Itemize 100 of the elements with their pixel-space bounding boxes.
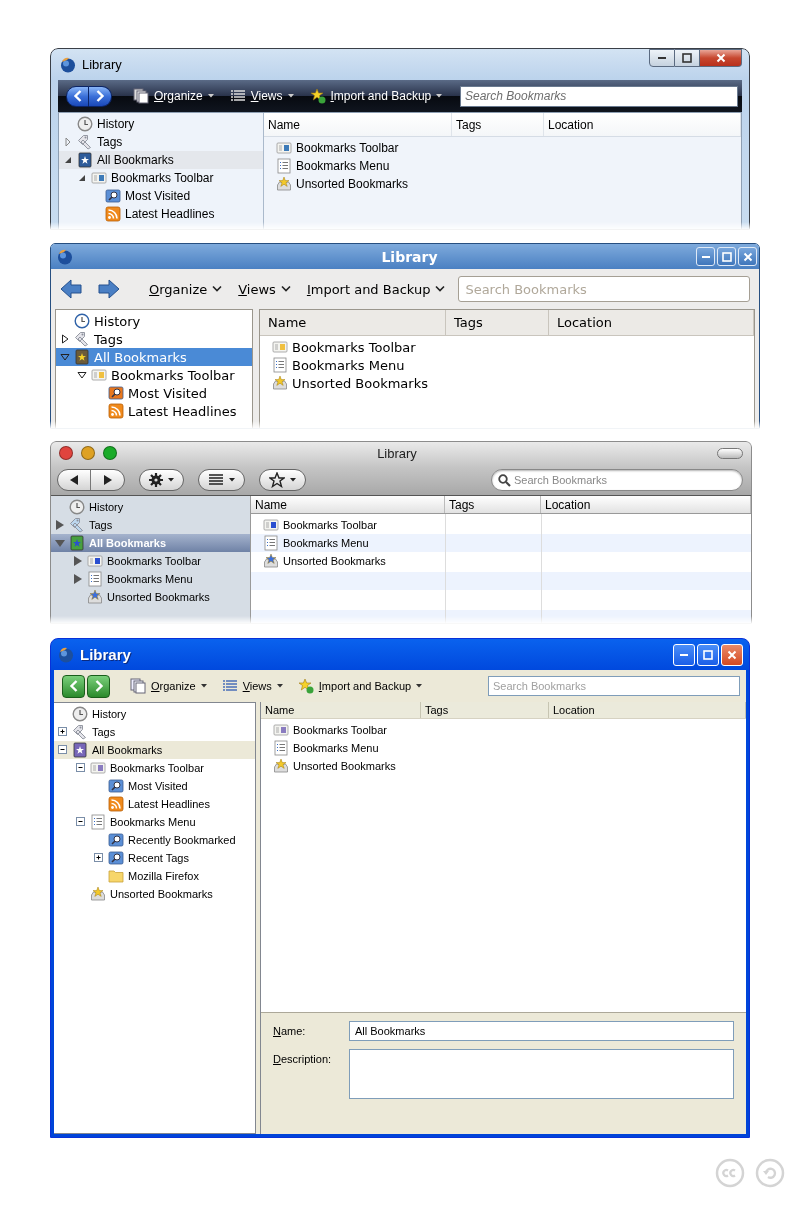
tree-item[interactable]: Most Visited <box>56 384 252 402</box>
search-field[interactable]: Search Bookmarks <box>491 468 743 491</box>
folder-icon <box>108 868 124 884</box>
tree-item[interactable]: Tags <box>56 330 252 348</box>
views-menu-button[interactable]: Views <box>235 279 294 299</box>
tree-item[interactable]: Recent Tags <box>54 849 255 867</box>
minus-box-icon[interactable] <box>58 745 68 755</box>
organize-menu-button[interactable] <box>139 468 184 491</box>
minimize-button[interactable] <box>649 49 675 67</box>
bookmark-title[interactable]: Bookmarks Menu <box>293 742 379 754</box>
tree-item[interactable]: Latest Headlines <box>59 205 263 223</box>
bookmark-title[interactable]: Bookmarks Toolbar <box>296 141 399 155</box>
tree-item[interactable]: Recently Bookmarked <box>54 831 255 849</box>
bookmark-title[interactable]: Unsorted Bookmarks <box>296 177 409 191</box>
column-header[interactable]: Location <box>541 496 751 513</box>
tree-item[interactable]: Tags <box>59 133 263 151</box>
close-button[interactable] <box>700 49 742 67</box>
corner-triangle-icon[interactable] <box>77 173 87 183</box>
tree-item[interactable]: Latest Headlines <box>54 795 255 813</box>
forward-button[interactable] <box>87 674 110 698</box>
down-triangle-icon[interactable] <box>77 370 87 380</box>
toolbar-icon <box>90 760 106 776</box>
search-field[interactable]: Search Bookmarks <box>458 276 750 302</box>
description-field[interactable] <box>349 1049 734 1099</box>
back-button[interactable] <box>62 674 85 698</box>
tree-item[interactable]: Bookmarks Toolbar <box>56 366 252 384</box>
tree-item[interactable]: Tags <box>51 516 250 534</box>
tree-item[interactable]: Bookmarks Menu <box>54 813 255 831</box>
column-header[interactable]: Name <box>260 310 446 335</box>
bookmark-title[interactable]: Bookmarks Menu <box>296 159 390 173</box>
column-header[interactable]: Tags <box>445 496 541 513</box>
tree-item[interactable]: History <box>51 498 250 516</box>
tree-item[interactable]: All Bookmarks <box>54 741 255 759</box>
minus-box-icon[interactable] <box>76 817 86 827</box>
tree-item[interactable]: Unsorted Bookmarks <box>54 885 255 903</box>
tree-item[interactable]: All Bookmarks <box>59 151 263 169</box>
column-header[interactable]: Name <box>251 496 445 513</box>
clock-icon <box>74 313 90 329</box>
column-header[interactable]: Name <box>261 702 421 718</box>
tree-label: Mozilla Firefox <box>128 870 199 882</box>
plus-box-icon[interactable] <box>58 727 68 737</box>
bookmark-title[interactable]: Bookmarks Toolbar <box>292 339 416 355</box>
tree-item[interactable]: Latest Headlines <box>56 402 252 420</box>
organize-menu-button[interactable]: Organize <box>130 86 217 106</box>
views-menu-button[interactable] <box>198 468 245 491</box>
back-button[interactable] <box>66 85 89 107</box>
bookmark-title[interactable]: Unsorted Bookmarks <box>293 760 396 772</box>
organize-menu-button[interactable]: Organize <box>127 676 210 696</box>
tree-item[interactable]: Tags <box>54 723 255 741</box>
tree-item[interactable]: Unsorted Bookmarks <box>51 588 250 606</box>
import-menu-button[interactable]: Import and Backup <box>294 676 426 696</box>
import-menu-button[interactable]: Import and Backup <box>306 86 446 106</box>
column-header[interactable]: Tags <box>452 113 544 136</box>
tree-item[interactable]: History <box>59 115 263 133</box>
toolbar-icon <box>273 722 289 738</box>
tree-item[interactable]: Mozilla Firefox <box>54 867 255 885</box>
caret-icon <box>290 477 296 482</box>
column-header[interactable]: Tags <box>446 310 549 335</box>
tree-item[interactable]: Bookmarks Menu <box>51 570 250 588</box>
tree-item[interactable]: Most Visited <box>59 187 263 205</box>
tree-item[interactable]: Bookmarks Toolbar <box>54 759 255 777</box>
import-menu-button[interactable] <box>259 468 306 491</box>
tree-item[interactable]: Most Visited <box>54 777 255 795</box>
caret-icon <box>276 684 283 688</box>
minus-box-icon[interactable] <box>76 763 86 773</box>
corner-triangle-icon[interactable] <box>63 155 73 165</box>
star-tray-icon <box>87 589 103 605</box>
bookmark-title[interactable]: Unsorted Bookmarks <box>283 555 386 567</box>
tree-label: Bookmarks Toolbar <box>107 555 201 567</box>
import-menu-button[interactable]: Import and Backup <box>303 279 449 299</box>
column-header[interactable]: Location <box>544 113 741 136</box>
magnifier-folder-icon <box>108 385 124 401</box>
column-header[interactable]: Name <box>264 113 452 136</box>
bookmark-title[interactable]: Unsorted Bookmarks <box>292 375 428 391</box>
plus-box-icon[interactable] <box>94 853 104 863</box>
bookmark-title[interactable]: Bookmarks Menu <box>283 537 369 549</box>
right-triangle-icon[interactable] <box>60 334 70 344</box>
right-chevron-icon <box>95 90 105 102</box>
tree-item[interactable]: Bookmarks Toolbar <box>59 169 263 187</box>
column-header[interactable]: Location <box>549 310 754 335</box>
bookmark-title[interactable]: Bookmarks Toolbar <box>283 519 377 531</box>
toolbar-toggle-button[interactable] <box>717 447 743 459</box>
column-header[interactable]: Location <box>549 702 746 718</box>
bookmark-title[interactable]: Bookmarks Toolbar <box>293 724 387 736</box>
tree-item[interactable]: All Bookmarks <box>56 348 252 366</box>
tree-item[interactable]: Bookmarks Toolbar <box>51 552 250 570</box>
organize-menu-button[interactable]: Organize <box>146 279 226 299</box>
bookmark-title[interactable]: Bookmarks Menu <box>292 357 405 373</box>
column-header[interactable]: Tags <box>421 702 549 718</box>
zoom-button[interactable] <box>103 446 117 460</box>
pages-icon <box>130 678 146 694</box>
tree-item[interactable]: History <box>54 705 255 723</box>
tree-item[interactable]: History <box>56 312 252 330</box>
maximize-button[interactable] <box>675 49 700 67</box>
search-field[interactable]: Search Bookmarks <box>488 676 740 696</box>
name-field[interactable]: All Bookmarks <box>349 1021 734 1041</box>
views-menu-button[interactable]: Views <box>218 677 286 695</box>
forward-button[interactable] <box>89 85 112 107</box>
views-menu-button[interactable]: Views <box>226 87 297 105</box>
search-field[interactable]: Search Bookmarks <box>460 85 738 107</box>
